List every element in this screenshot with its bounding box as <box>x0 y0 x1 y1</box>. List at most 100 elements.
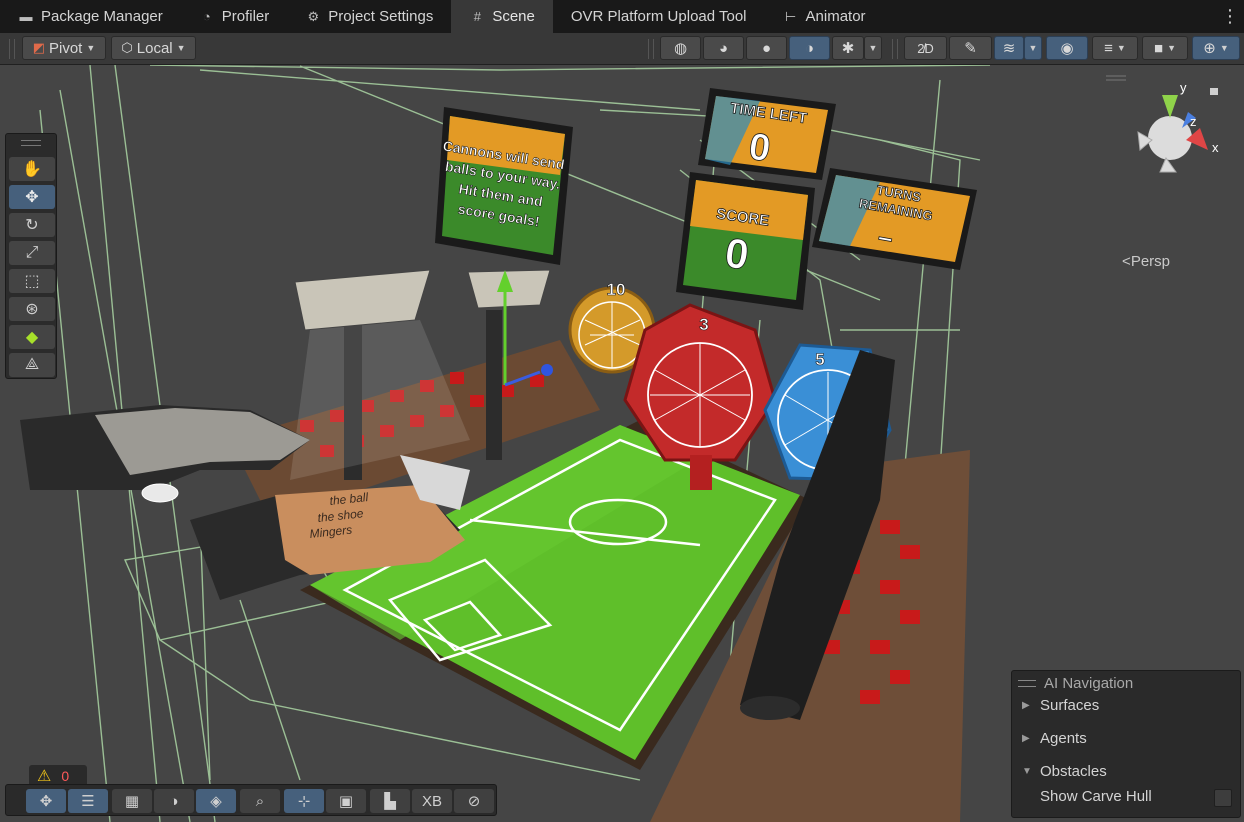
gizmo-x-label: x <box>1212 140 1219 155</box>
chevron-down-icon: ▼ <box>1219 43 1229 53</box>
pivot-dropdown[interactable]: ◩ Pivot ▼ <box>22 36 106 60</box>
pivot-icon: ◩ <box>32 40 45 55</box>
hatch-toggle[interactable]: ▦ <box>112 789 152 813</box>
debug-draw-dropdown[interactable]: ▼ <box>864 36 882 60</box>
move-tool-button[interactable]: ✥ <box>9 185 55 209</box>
chevron-down-icon: ▼ <box>1028 43 1038 53</box>
tab-label: Animator <box>805 8 866 25</box>
layers-toggle[interactable]: ◈ <box>196 789 236 813</box>
light-off-icon: ✎ <box>964 40 977 57</box>
projection-toggle[interactable]: <Persp <box>1122 253 1170 270</box>
kebab-menu-icon[interactable]: ⋮ <box>1216 0 1244 33</box>
foldout-label: Obstacles <box>1040 763 1107 780</box>
scene-toolbar: ◩ Pivot ▼ ⬡ Local ▼ ◍ ◕ ● ◑ ✱ ▼ 2̸D ✎ ≋ … <box>0 33 1244 65</box>
shaded-wireframe-icon: ◕ <box>718 39 729 57</box>
move-icon: ✥ <box>39 793 53 810</box>
rect-tool-button[interactable]: ⬚ <box>9 269 55 293</box>
layers-icon: ◈ <box>210 793 222 810</box>
hatch-icon: ▦ <box>124 793 140 810</box>
lighting-toggle-button[interactable]: ✎ <box>949 36 992 60</box>
rotate-tool-button[interactable]: ↻ <box>9 213 55 237</box>
local-dropdown[interactable]: ⬡ Local ▼ <box>111 36 196 60</box>
effects-dropdown[interactable]: ▼ <box>1024 36 1042 60</box>
shaded-sphere-icon: ● <box>761 39 772 57</box>
tool-palette: ✋ ✥ ↻ ⤢ ⬚ ⊛ ◆ ⟁ <box>5 133 57 379</box>
lock-icon[interactable] <box>1210 88 1218 95</box>
camera-icon: ▣ <box>338 793 354 810</box>
foldout-obstacles[interactable]: ▼ Obstacles <box>1022 763 1107 780</box>
lighting-mode-button[interactable]: ◑ <box>789 36 830 60</box>
pivot-toggle[interactable]: ⊹ <box>284 789 324 813</box>
effects-icon: ≋ <box>1002 40 1016 57</box>
chevron-right-icon: ▶ <box>1022 733 1030 744</box>
layers-icon: ≡ <box>1104 39 1113 57</box>
cube-icon: ◆ <box>25 329 39 346</box>
tab-package-manager[interactable]: ▬ Package Manager <box>0 0 181 33</box>
palette-drag-handle[interactable] <box>21 140 41 146</box>
target-10-label: 10 <box>607 280 626 299</box>
target-3-label: 3 <box>699 315 708 334</box>
tab-label: Profiler <box>221 8 270 25</box>
sliders-toggle[interactable]: ☰ <box>68 789 108 813</box>
target-5-label: 5 <box>815 350 824 369</box>
chevron-right-icon: ▶ <box>1022 700 1030 711</box>
wireframe-mode-button[interactable]: ◍ <box>660 36 701 60</box>
2d-off-icon: 2̸D <box>917 40 934 56</box>
foldout-label: Surfaces <box>1040 697 1100 714</box>
chevron-down-icon: ▼ <box>1022 766 1032 777</box>
foldout-surfaces[interactable]: ▶ Surfaces <box>1022 697 1099 714</box>
move-gizmo-toggle[interactable]: ✥ <box>26 789 66 813</box>
chevron-down-icon: ▼ <box>86 43 96 53</box>
layers-dropdown[interactable]: ≡ ▼ <box>1092 36 1138 60</box>
local-cube-icon: ⬡ <box>121 40 133 55</box>
visibility-toggle-button[interactable]: ◉ <box>1046 36 1088 60</box>
ai-navigation-title: AI Navigation <box>1044 675 1134 692</box>
tab-animator[interactable]: ⊢ Animator <box>765 0 884 33</box>
tab-ovr-platform-upload-tool[interactable]: OVR Platform Upload Tool <box>553 0 765 33</box>
scale-tool-button[interactable]: ⤢ <box>9 241 55 265</box>
camera-dropdown[interactable]: ■ ▼ <box>1142 36 1188 60</box>
tab-scene[interactable]: # Scene <box>451 0 553 33</box>
show-carve-hull-checkbox[interactable] <box>1214 789 1232 807</box>
buildings-toggle[interactable]: ▙ <box>370 789 410 813</box>
pivot-icon: ⊹ <box>297 793 311 810</box>
transform-tool-button[interactable]: ⊛ <box>9 297 55 321</box>
shaded-wireframe-mode-button[interactable]: ◕ <box>703 36 744 60</box>
bug-icon: ✱ <box>841 40 855 57</box>
animator-icon: ⊢ <box>784 8 797 24</box>
bone-tool-button[interactable]: ⟁ <box>9 353 55 377</box>
compass-toggle[interactable]: ⊘ <box>454 789 494 813</box>
shaded-mode-button[interactable]: ● <box>746 36 787 60</box>
effects-toggle-button[interactable]: ≋ <box>994 36 1024 60</box>
xb-label: XB <box>421 792 442 810</box>
camera-toggle[interactable]: ▣ <box>326 789 366 813</box>
xb-toggle[interactable]: XB <box>412 789 452 813</box>
2d-toggle-button[interactable]: 2̸D <box>904 36 947 60</box>
profiler-icon: ◔ <box>202 9 211 24</box>
toolbar-grip[interactable] <box>648 39 654 59</box>
moon-toggle[interactable]: ◑ <box>154 789 194 813</box>
hand-tool-button[interactable]: ✋ <box>9 157 55 181</box>
debug-draw-button[interactable]: ✱ <box>832 36 864 60</box>
tab-label: OVR Platform Upload Tool <box>570 8 747 25</box>
eye-icon: ◉ <box>1060 40 1074 57</box>
chevron-down-icon: ▼ <box>176 43 186 53</box>
toolbar-grip[interactable] <box>892 39 898 59</box>
gizmo-y-label: y <box>1180 80 1187 95</box>
tab-project-settings[interactable]: ⚙ Project Settings <box>287 0 451 33</box>
tab-profiler[interactable]: ◔ Profiler <box>181 0 288 33</box>
move-icon: ✥ <box>25 189 39 206</box>
warning-count: 0 <box>61 768 70 784</box>
overlay-toolbar: ✥ ☰ ▦ ◑ ◈ ⌕ ⊹ ▣ ▙ XB ⊘ <box>5 784 497 816</box>
gizmos-icon: ⊕ <box>1203 40 1216 57</box>
drag-handle-icon <box>1018 680 1036 687</box>
toolbar-grip[interactable] <box>9 39 15 59</box>
gizmos-dropdown[interactable]: ⊕ ▼ <box>1192 36 1240 60</box>
foldout-label: Agents <box>1040 730 1087 747</box>
ai-navigation-header[interactable]: AI Navigation <box>1018 675 1133 692</box>
compass-icon: ⊘ <box>467 793 481 810</box>
moon-icon: ◑ <box>169 792 179 810</box>
search-toggle[interactable]: ⌕ <box>240 789 280 813</box>
foldout-agents[interactable]: ▶ Agents <box>1022 730 1087 747</box>
custom-tool-button[interactable]: ◆ <box>9 325 55 349</box>
